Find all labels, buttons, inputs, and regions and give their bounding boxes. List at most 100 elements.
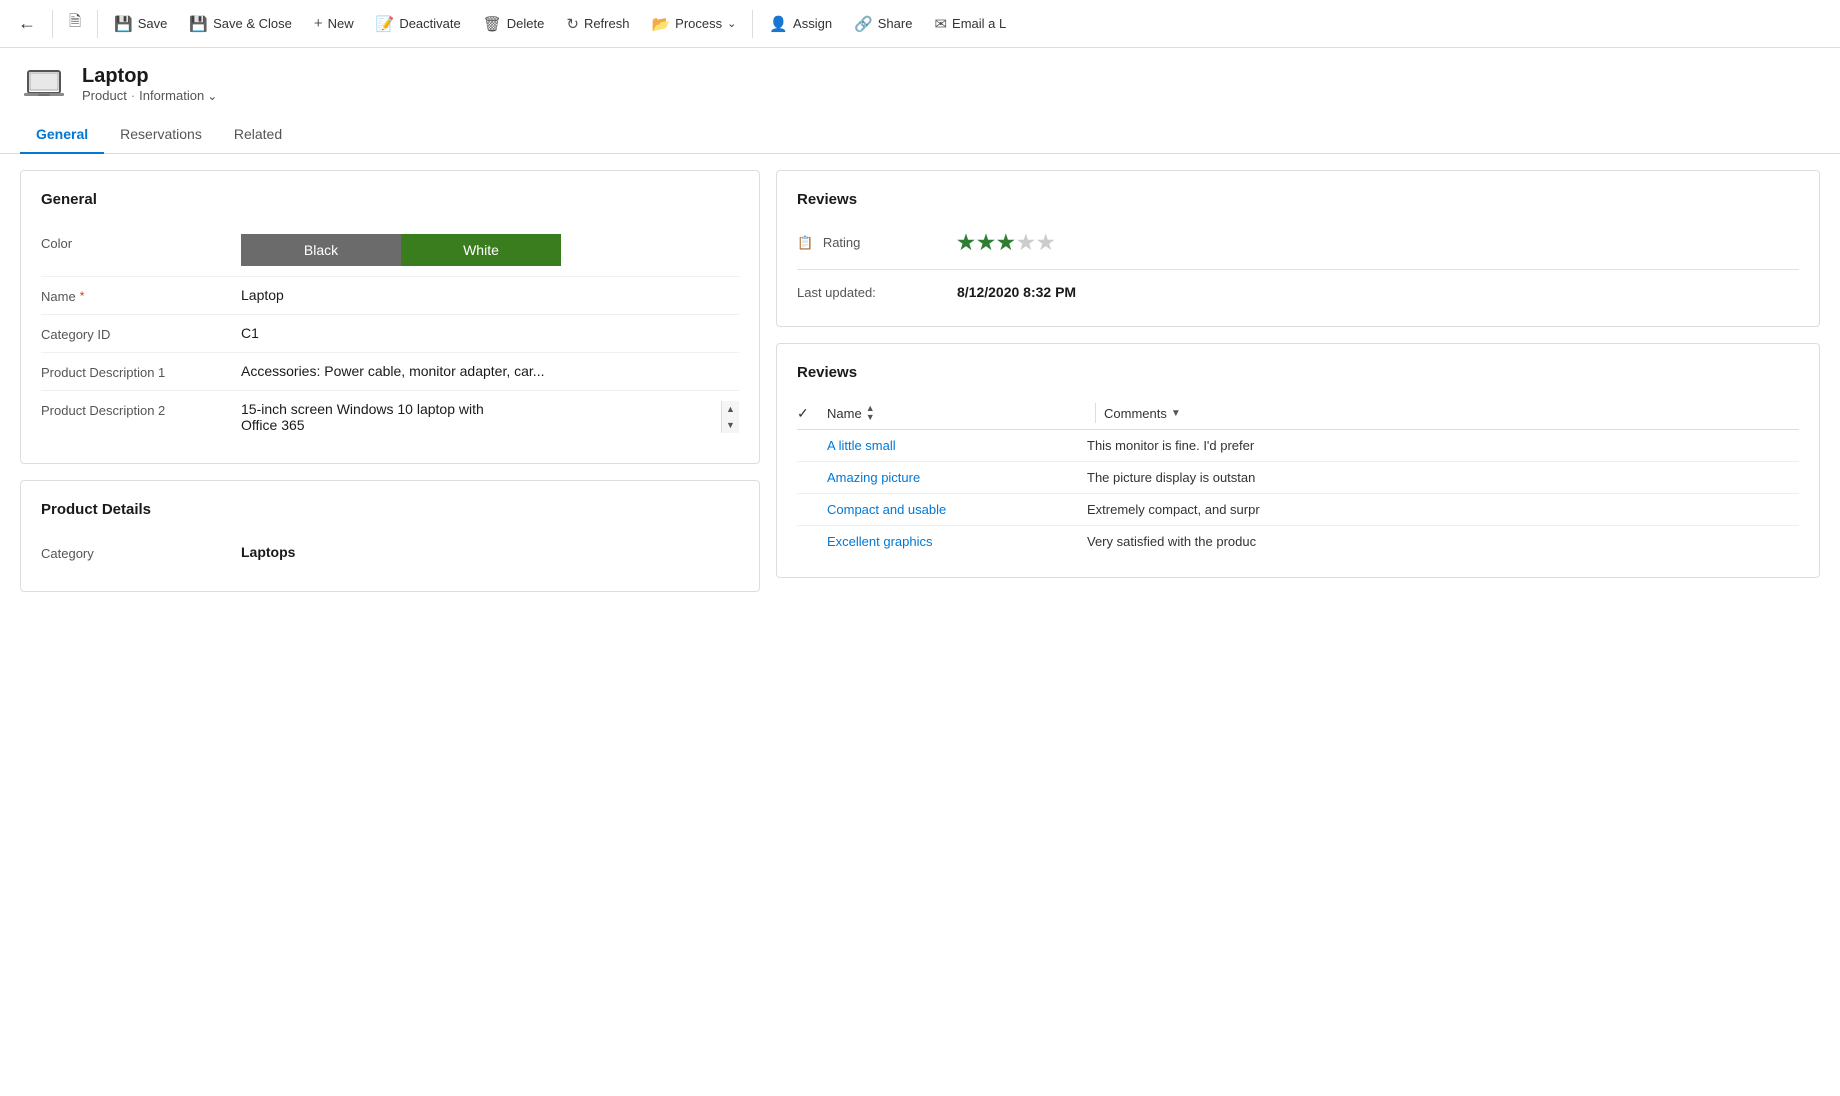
process-button[interactable]: 📂 Process ⌄ bbox=[641, 9, 746, 39]
toolbar-divider-1 bbox=[52, 10, 53, 38]
tab-reservations[interactable]: Reservations bbox=[104, 116, 218, 154]
share-icon: 🔗 bbox=[854, 15, 873, 33]
rating-row: 📋 Rating ★ ★ ★ ★ ★ bbox=[797, 224, 1799, 261]
product-details-title: Product Details bbox=[41, 501, 739, 518]
name-sort-arrows[interactable]: ▲ ▼ bbox=[866, 404, 875, 422]
rating-stars-wrap: ★ ★ ★ ★ ★ bbox=[957, 230, 1799, 255]
rating-label: Rating bbox=[823, 235, 861, 250]
reviews-summary-section: Reviews 📋 Rating ★ ★ ★ ★ ★ bbox=[776, 170, 1820, 327]
page-header: Laptop Product · Information ⌄ bbox=[0, 48, 1840, 116]
last-updated-row: Last updated: 8/12/2020 8:32 PM bbox=[797, 278, 1799, 306]
general-section-title: General bbox=[41, 191, 739, 208]
breadcrumb-separator: · bbox=[131, 88, 135, 103]
toolbar-divider-3 bbox=[752, 10, 753, 38]
name-value[interactable]: Laptop bbox=[241, 287, 739, 303]
review-row-3: Excellent graphics Very satisfied with t… bbox=[797, 526, 1799, 557]
assign-button[interactable]: 👤 Assign bbox=[759, 9, 842, 39]
delete-icon: 🗑 bbox=[483, 15, 502, 33]
breadcrumb-chevron-icon: ⌄ bbox=[207, 89, 217, 103]
name-row: Name * Laptop bbox=[41, 277, 739, 315]
tab-related[interactable]: Related bbox=[218, 116, 298, 154]
review-comment-0: This monitor is fine. I'd prefer bbox=[1087, 438, 1799, 453]
left-column: General Color Black White Name * bbox=[20, 170, 760, 592]
reviews-table-section: Reviews ✓ Name ▲ ▼ Comments ▼ bbox=[776, 343, 1820, 578]
star-5: ★ bbox=[1037, 230, 1055, 255]
product-desc-2-wrap: 15-inch screen Windows 10 laptop withOff… bbox=[241, 401, 739, 433]
star-1: ★ bbox=[957, 230, 975, 255]
review-row-1: Amazing picture The picture display is o… bbox=[797, 462, 1799, 494]
back-button[interactable]: ← bbox=[8, 7, 46, 40]
share-button[interactable]: 🔗 Share bbox=[844, 9, 922, 39]
star-4: ★ bbox=[1017, 230, 1035, 255]
reviews-table-title: Reviews bbox=[797, 364, 1799, 381]
main-content: General Color Black White Name * bbox=[0, 154, 1840, 608]
save-icon: 💾 bbox=[114, 15, 133, 33]
reviews-separator bbox=[797, 269, 1799, 270]
deactivate-button[interactable]: 📝 Deactivate bbox=[366, 9, 471, 39]
star-2: ★ bbox=[977, 230, 995, 255]
review-comment-1: The picture display is outstan bbox=[1087, 470, 1799, 485]
process-chevron-icon: ⌄ bbox=[727, 17, 736, 30]
rating-stars: ★ ★ ★ ★ ★ bbox=[957, 230, 1799, 255]
tab-general[interactable]: General bbox=[20, 116, 104, 154]
color-white-button[interactable]: White bbox=[401, 234, 561, 266]
right-column: Reviews 📋 Rating ★ ★ ★ ★ ★ bbox=[776, 170, 1820, 578]
color-row: Color Black White bbox=[41, 224, 739, 277]
star-3: ★ bbox=[997, 230, 1015, 255]
check-icon: ✓ bbox=[797, 405, 809, 421]
last-updated-label: Last updated: bbox=[797, 285, 957, 300]
toolbar: ← 🗎 💾 Save 💾 Save & Close + New 📝 Deacti… bbox=[0, 0, 1840, 48]
name-sort-down[interactable]: ▼ bbox=[866, 413, 875, 422]
toolbar-divider-2 bbox=[97, 10, 98, 38]
name-label: Name * bbox=[41, 287, 241, 304]
category-value: Laptops bbox=[241, 544, 739, 560]
breadcrumb-info-dropdown[interactable]: Information ⌄ bbox=[139, 88, 217, 103]
color-label: Color bbox=[41, 234, 241, 251]
scroll-down-arrow[interactable]: ▼ bbox=[722, 417, 739, 433]
comments-col-label: Comments bbox=[1104, 406, 1167, 421]
category-label: Category bbox=[41, 544, 241, 561]
scroll-bar[interactable]: ▲ ▼ bbox=[721, 401, 739, 433]
review-name-0[interactable]: A little small bbox=[827, 438, 1087, 453]
col-divider bbox=[1095, 403, 1096, 423]
product-desc-2-label: Product Description 2 bbox=[41, 401, 241, 418]
laptop-icon bbox=[24, 64, 64, 104]
comments-sort-down-icon[interactable]: ▼ bbox=[1171, 408, 1181, 419]
rating-label-wrap: 📋 Rating bbox=[797, 235, 957, 251]
color-value: Black White bbox=[241, 234, 739, 266]
email-button[interactable]: ✉ Email a L bbox=[924, 9, 1016, 39]
breadcrumb-product: Product bbox=[82, 88, 127, 103]
required-star: * bbox=[80, 289, 85, 303]
refresh-button[interactable]: ↻ Refresh bbox=[556, 9, 639, 39]
reviews-summary-title: Reviews bbox=[797, 191, 1799, 208]
scroll-up-arrow[interactable]: ▲ bbox=[722, 401, 739, 417]
tabs: General Reservations Related bbox=[0, 116, 1840, 154]
color-toggle-group: Black White bbox=[241, 234, 739, 266]
save-close-icon: 💾 bbox=[189, 15, 208, 33]
product-desc-2-row: Product Description 2 15-inch screen Win… bbox=[41, 391, 739, 443]
reviews-rows: A little small This monitor is fine. I'd… bbox=[797, 430, 1799, 557]
assign-icon: 👤 bbox=[769, 15, 788, 33]
reviews-table-header: ✓ Name ▲ ▼ Comments ▼ bbox=[797, 397, 1799, 430]
delete-button[interactable]: 🗑 Delete bbox=[473, 9, 555, 39]
category-id-label: Category ID bbox=[41, 325, 241, 342]
save-close-button[interactable]: 💾 Save & Close bbox=[179, 9, 301, 39]
category-id-value: C1 bbox=[241, 325, 739, 341]
page-icon-btn: 🗎 bbox=[59, 5, 91, 42]
product-desc-1-row: Product Description 1 Accessories: Power… bbox=[41, 353, 739, 391]
page-title: Laptop bbox=[82, 65, 217, 88]
review-name-1[interactable]: Amazing picture bbox=[827, 470, 1087, 485]
review-comment-3: Very satisfied with the produc bbox=[1087, 534, 1799, 549]
review-name-2[interactable]: Compact and usable bbox=[827, 502, 1087, 517]
product-details-section: Product Details Category Laptops bbox=[20, 480, 760, 592]
review-name-3[interactable]: Excellent graphics bbox=[827, 534, 1087, 549]
deactivate-icon: 📝 bbox=[376, 15, 395, 33]
new-button[interactable]: + New bbox=[304, 9, 364, 38]
color-black-button[interactable]: Black bbox=[241, 234, 401, 266]
save-button[interactable]: 💾 Save bbox=[104, 9, 177, 39]
last-updated-value: 8/12/2020 8:32 PM bbox=[957, 284, 1799, 300]
breadcrumb: Product · Information ⌄ bbox=[82, 88, 217, 103]
rating-icon: 📋 bbox=[797, 235, 813, 250]
review-row-2: Compact and usable Extremely compact, an… bbox=[797, 494, 1799, 526]
refresh-icon: ↻ bbox=[566, 15, 579, 33]
